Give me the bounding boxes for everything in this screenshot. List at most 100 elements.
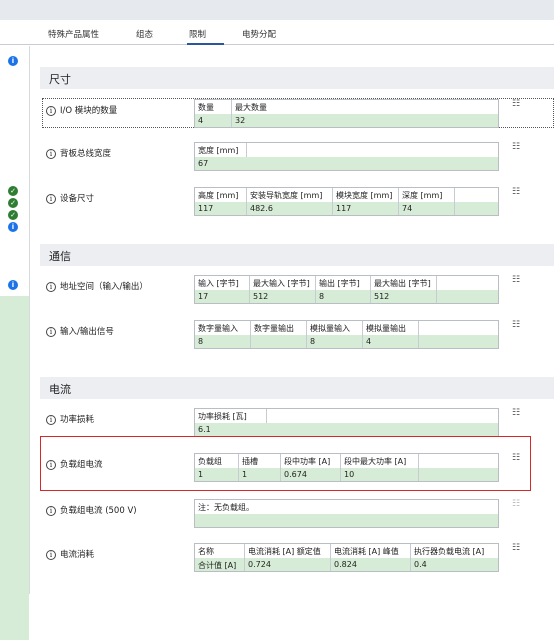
info-circle-icon: i bbox=[46, 106, 56, 116]
table-header: 功率损耗 [瓦] bbox=[195, 409, 267, 423]
row-label-current-consumption: i 电流消耗 bbox=[46, 548, 94, 560]
table-header: 安装导轨宽度 [mm] bbox=[247, 188, 333, 202]
tab-special-properties[interactable]: 特殊产品属性 bbox=[48, 28, 99, 45]
table-power-loss[interactable]: 功率损耗 [瓦] 6.1 bbox=[194, 408, 499, 437]
table-header: 电流消耗 [A] 额定值 bbox=[245, 544, 331, 558]
table-header: 执行器负载电流 [A] bbox=[414, 547, 485, 556]
table-cell: 8 bbox=[195, 335, 251, 348]
status-column bbox=[0, 46, 30, 640]
table-header: 插槽 bbox=[239, 454, 281, 468]
table-cell: 10 bbox=[341, 468, 419, 481]
info-circle-icon: i bbox=[46, 460, 56, 470]
check-icon: ✓ bbox=[8, 186, 18, 196]
table-cell: 32 bbox=[235, 116, 246, 125]
table-address-space[interactable]: 输入 [字节] 最大输入 [字节] 输出 [字节] 最大输出 [字节] 17 5… bbox=[194, 275, 499, 304]
table-cell: 512 bbox=[371, 290, 437, 303]
table-header: 数字量输出 bbox=[251, 321, 307, 335]
table-load-group-current[interactable]: 负载组 插槽 段中功率 [A] 段中最大功率 [A] 1 1 0.674 10 bbox=[194, 453, 499, 482]
check-icon: ✓ bbox=[8, 198, 18, 208]
row-label-io-signals: i 输入/输出信号 bbox=[46, 325, 114, 337]
table-cell bbox=[195, 514, 498, 527]
section-current: 电流 bbox=[40, 377, 554, 399]
table-header: 输出 [字节] bbox=[316, 276, 371, 290]
filter-icon[interactable]: ☷ bbox=[512, 543, 522, 553]
row-label-load-group-current: i 负载组电流 bbox=[46, 458, 103, 470]
row-label-backplane-width: i 背板总线宽度 bbox=[46, 147, 111, 159]
row-label-address-space: i 地址空间（输入/输出） bbox=[46, 280, 148, 292]
info-circle-icon: i bbox=[46, 282, 56, 292]
table-cell: 0.724 bbox=[245, 558, 331, 571]
table-header: 深度 [mm] bbox=[399, 188, 455, 202]
info-icon: i bbox=[8, 280, 18, 290]
table-header: 数字量输入 bbox=[195, 321, 251, 335]
table-load-group-current-500v[interactable]: 注：无负载组。 bbox=[194, 499, 499, 528]
filter-icon[interactable]: ☷ bbox=[512, 275, 522, 285]
info-circle-icon: i bbox=[46, 194, 56, 204]
row-label-power-loss: i 功率损耗 bbox=[46, 413, 94, 425]
table-header: 数量 bbox=[195, 100, 232, 114]
info-icon: i bbox=[8, 56, 18, 66]
info-circle-icon: i bbox=[46, 550, 56, 560]
filter-icon[interactable]: ☷ bbox=[512, 142, 522, 152]
table-io-signals[interactable]: 数字量输入 数字量输出 模拟量输入 模拟量输出 8 8 4 bbox=[194, 320, 499, 349]
filter-icon[interactable]: ☷ bbox=[512, 187, 522, 197]
info-icon: i bbox=[8, 222, 18, 232]
tab-potential-distribution[interactable]: 电势分配 bbox=[242, 28, 276, 45]
table-header: 最大数量 bbox=[235, 103, 267, 112]
tab-bar: 特殊产品属性 组态 限制 电势分配 bbox=[0, 20, 554, 45]
filter-icon[interactable]: ☷ bbox=[512, 320, 522, 330]
table-cell: 6.1 bbox=[198, 425, 211, 434]
table-cell bbox=[251, 335, 307, 348]
filter-icon[interactable]: ☷ bbox=[512, 408, 522, 418]
section-title: 电流 bbox=[49, 383, 71, 396]
table-cell: 8 bbox=[307, 335, 363, 348]
table-cell: 482.6 bbox=[247, 202, 333, 215]
table-header: 模块宽度 [mm] bbox=[333, 188, 399, 202]
row-label-device-size: i 设备尺寸 bbox=[46, 192, 94, 204]
filter-icon[interactable]: ☷ bbox=[512, 99, 522, 109]
window-top-bar bbox=[0, 0, 554, 20]
table-cell: 512 bbox=[250, 290, 316, 303]
table-header: 负载组 bbox=[195, 454, 239, 468]
table-cell: 4 bbox=[363, 335, 419, 348]
table-cell: 117 bbox=[195, 202, 247, 215]
row-label-load-group-current-500v: i 负载组电流 (500 V) bbox=[46, 504, 137, 516]
table-cell: 117 bbox=[333, 202, 399, 215]
table-cell: 4 bbox=[195, 114, 232, 127]
table-header: 模拟量输入 bbox=[307, 321, 363, 335]
table-current-consumption[interactable]: 名称 电流消耗 [A] 额定值 电流消耗 [A] 峰值 执行器负载电流 [A] … bbox=[194, 543, 499, 572]
tab-configuration[interactable]: 组态 bbox=[136, 28, 153, 45]
table-header: 输入 [字节] bbox=[195, 276, 250, 290]
table-cell: 0.674 bbox=[281, 468, 341, 481]
table-header: 注：无负载组。 bbox=[198, 503, 254, 512]
row-label-io-count: i I/O 模块的数量 bbox=[46, 104, 117, 116]
info-circle-icon: i bbox=[46, 149, 56, 159]
table-header: 电流消耗 [A] 峰值 bbox=[331, 544, 411, 558]
table-cell: 0.824 bbox=[331, 558, 411, 571]
table-header: 名称 bbox=[195, 544, 245, 558]
section-size: 尺寸 bbox=[40, 67, 554, 89]
table-cell: 8 bbox=[316, 290, 371, 303]
table-cell: 17 bbox=[195, 290, 250, 303]
table-cell: 1 bbox=[195, 468, 239, 481]
table-cell: 合计值 [A] bbox=[195, 558, 245, 571]
table-header: 段中功率 [A] bbox=[281, 454, 341, 468]
table-cell: 0.4 bbox=[414, 560, 427, 569]
section-title: 通信 bbox=[49, 250, 71, 263]
table-io-count[interactable]: 数量 最大数量 4 32 bbox=[194, 99, 499, 128]
table-cell: 67 bbox=[198, 159, 209, 168]
table-header: 模拟量输出 bbox=[363, 321, 419, 335]
info-circle-icon: i bbox=[46, 506, 56, 516]
table-header: 高度 [mm] bbox=[195, 188, 247, 202]
table-backplane-width[interactable]: 宽度 [mm] 67 bbox=[194, 142, 499, 171]
table-device-size[interactable]: 高度 [mm] 安装导轨宽度 [mm] 模块宽度 [mm] 深度 [mm] 11… bbox=[194, 187, 499, 216]
filter-icon: ☷ bbox=[512, 499, 521, 509]
table-header: 宽度 [mm] bbox=[195, 143, 247, 157]
section-communication: 通信 bbox=[40, 244, 554, 266]
filter-icon[interactable]: ☷ bbox=[512, 453, 522, 463]
section-title: 尺寸 bbox=[49, 73, 71, 86]
table-cell: 1 bbox=[239, 468, 281, 481]
tab-limits[interactable]: 限制 bbox=[187, 28, 224, 45]
table-header: 最大输出 [字节] bbox=[371, 276, 437, 290]
info-circle-icon: i bbox=[46, 327, 56, 337]
